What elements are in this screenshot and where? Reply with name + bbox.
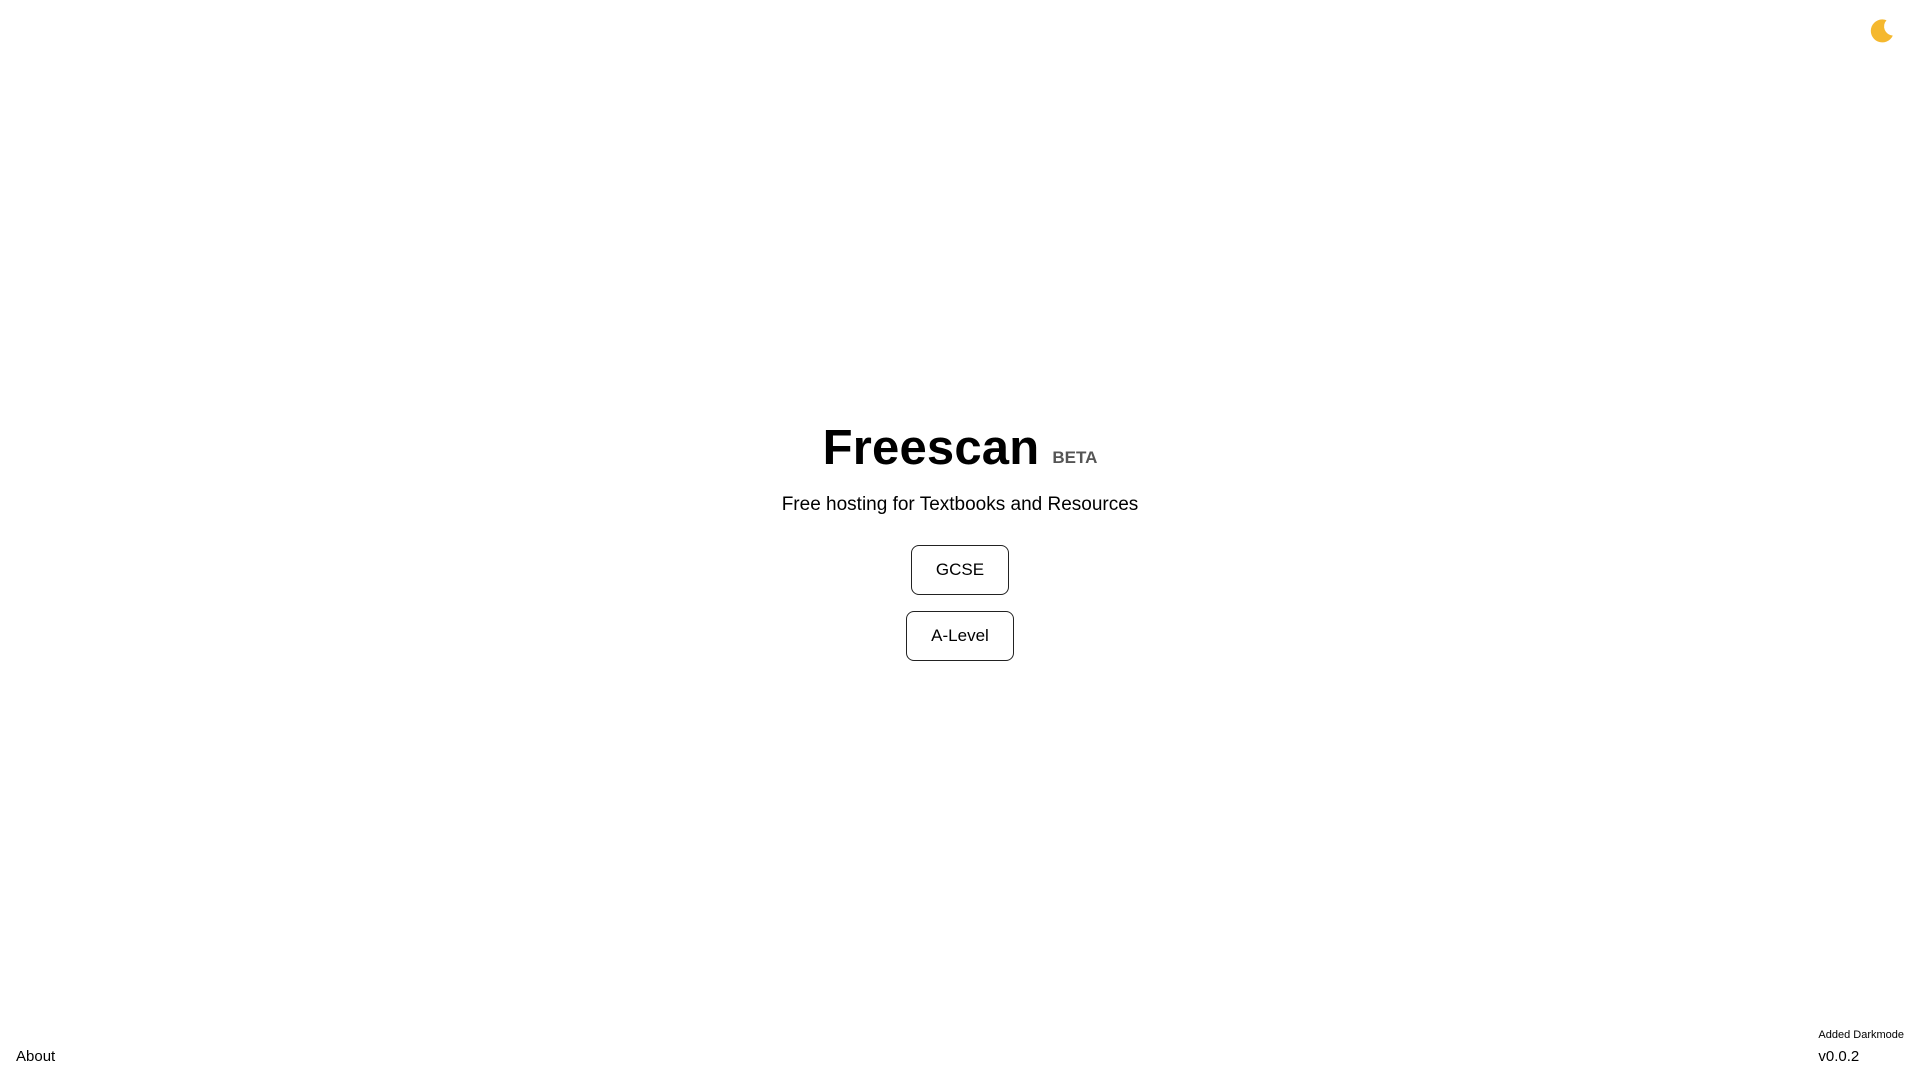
changelog-note: Added Darkmode (1818, 1029, 1904, 1041)
gcse-button[interactable]: GCSE (910, 545, 1010, 595)
dark-mode-toggle[interactable] (1864, 14, 1898, 48)
title-row: Freescan BETA (823, 420, 1098, 486)
hero: Freescan BETA Free hosting for Textbooks… (0, 420, 1920, 661)
crescent-moon-icon (1870, 19, 1893, 43)
a-level-button[interactable]: A-Level (906, 611, 1014, 661)
about-link[interactable]: About (16, 1048, 55, 1065)
tagline: Free hosting for Textbooks and Resources (781, 494, 1139, 515)
version-info: Added Darkmode v0.0.2 (1818, 1028, 1904, 1066)
version-label: v0.0.2 (1818, 1048, 1860, 1065)
site-title: Freescan (822, 421, 1040, 475)
page: Freescan BETA Free hosting for Textbooks… (0, 0, 1920, 1080)
beta-badge: BETA (1052, 448, 1098, 467)
